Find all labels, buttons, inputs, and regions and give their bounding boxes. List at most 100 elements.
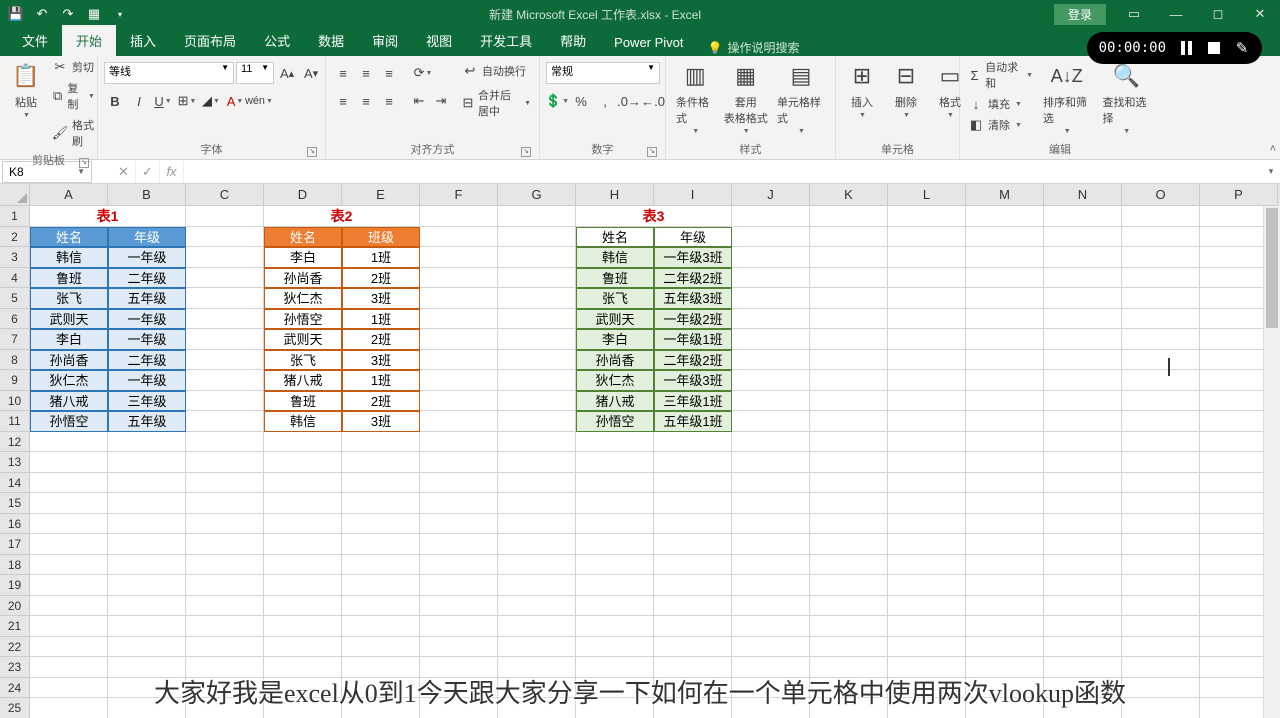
cell[interactable] (186, 473, 264, 494)
cell[interactable] (1044, 391, 1122, 412)
cell[interactable] (1122, 391, 1200, 412)
cell[interactable] (264, 575, 342, 596)
cell[interactable] (420, 411, 498, 432)
cell[interactable] (810, 247, 888, 268)
underline-icon[interactable]: U▼ (152, 90, 174, 112)
cell[interactable] (1044, 493, 1122, 514)
increase-decimal-icon[interactable]: .0→ (618, 90, 640, 112)
cell[interactable] (108, 596, 186, 617)
cell[interactable] (888, 637, 966, 658)
undo-icon[interactable]: ↶ (34, 6, 50, 22)
cell[interactable]: 韩信 (30, 247, 108, 268)
cell[interactable] (420, 206, 498, 227)
cell[interactable] (888, 534, 966, 555)
cell[interactable]: 3班 (342, 288, 420, 309)
cell[interactable] (420, 637, 498, 658)
cell[interactable] (108, 452, 186, 473)
cell[interactable] (888, 411, 966, 432)
cell[interactable]: 二年级2班 (654, 268, 732, 289)
cell[interactable]: 三年级 (108, 391, 186, 412)
delete-cells-button[interactable]: ⊟删除▼ (886, 58, 926, 121)
cell[interactable] (966, 391, 1044, 412)
row-header[interactable]: 20 (0, 596, 30, 617)
align-middle-icon[interactable]: ≡ (355, 62, 377, 84)
cell[interactable] (654, 616, 732, 637)
cell[interactable] (1122, 493, 1200, 514)
cell[interactable] (732, 247, 810, 268)
number-format-select[interactable]: 常规▼ (546, 62, 660, 84)
save-icon[interactable]: 💾 (8, 6, 24, 22)
row-header[interactable]: 11 (0, 411, 30, 432)
cell[interactable] (186, 555, 264, 576)
cell[interactable] (420, 309, 498, 330)
cell[interactable] (498, 596, 576, 617)
cell[interactable] (186, 616, 264, 637)
cell[interactable] (420, 473, 498, 494)
border-icon[interactable]: ⊞▼ (176, 90, 198, 112)
select-all-corner[interactable] (0, 184, 30, 206)
cell[interactable] (810, 555, 888, 576)
cell[interactable] (186, 452, 264, 473)
cell[interactable]: 猪八戒 (30, 391, 108, 412)
copy-button[interactable]: ⧉复制▼ (50, 79, 97, 113)
bold-icon[interactable]: B (104, 90, 126, 112)
cell[interactable] (1122, 473, 1200, 494)
tab-layout[interactable]: 页面布局 (170, 25, 250, 56)
cell[interactable]: 2班 (342, 391, 420, 412)
cell[interactable]: 二年级2班 (654, 350, 732, 371)
cell[interactable] (888, 370, 966, 391)
column-header[interactable]: P (1200, 184, 1278, 206)
cell[interactable] (654, 432, 732, 453)
cell[interactable] (186, 288, 264, 309)
tab-home[interactable]: 开始 (62, 25, 116, 56)
cell[interactable] (186, 227, 264, 248)
cell[interactable] (966, 370, 1044, 391)
cell[interactable] (732, 637, 810, 658)
cell[interactable]: 李白 (264, 247, 342, 268)
cell[interactable]: 五年级 (108, 411, 186, 432)
format-painter-button[interactable]: 🖌格式刷 (50, 116, 97, 150)
cell[interactable]: 孙悟空 (264, 309, 342, 330)
cell[interactable]: 鲁班 (30, 268, 108, 289)
cell[interactable] (888, 391, 966, 412)
cell[interactable] (888, 473, 966, 494)
cell[interactable] (810, 268, 888, 289)
cell[interactable] (966, 637, 1044, 658)
cell[interactable] (966, 575, 1044, 596)
cell[interactable] (498, 309, 576, 330)
cell[interactable] (30, 493, 108, 514)
cell[interactable] (732, 534, 810, 555)
cell[interactable]: 韩信 (264, 411, 342, 432)
cell[interactable] (264, 473, 342, 494)
cell[interactable] (108, 555, 186, 576)
cell[interactable] (498, 473, 576, 494)
cell[interactable] (186, 432, 264, 453)
cell[interactable] (1122, 247, 1200, 268)
cell[interactable] (888, 596, 966, 617)
cell[interactable] (810, 493, 888, 514)
cell[interactable] (654, 555, 732, 576)
align-center-icon[interactable]: ≡ (355, 90, 377, 112)
cell[interactable] (732, 616, 810, 637)
font-color-icon[interactable]: A▼ (224, 90, 246, 112)
column-header[interactable]: M (966, 184, 1044, 206)
recorder-stop-button[interactable] (1206, 40, 1222, 56)
row-header[interactable]: 1 (0, 206, 30, 227)
cell[interactable] (498, 288, 576, 309)
cell[interactable]: 1班 (342, 247, 420, 268)
cell[interactable] (108, 575, 186, 596)
cell[interactable] (732, 391, 810, 412)
cell[interactable] (888, 350, 966, 371)
cell-styles-button[interactable]: ▤单元格样式▼ (773, 58, 829, 137)
cell[interactable] (810, 473, 888, 494)
cell[interactable]: 一年级 (108, 309, 186, 330)
align-left-icon[interactable]: ≡ (332, 90, 354, 112)
row-header[interactable]: 18 (0, 555, 30, 576)
cell[interactable]: 孙尚香 (576, 350, 654, 371)
increase-font-icon[interactable]: A▴ (276, 62, 298, 84)
row-header[interactable]: 15 (0, 493, 30, 514)
tab-review[interactable]: 审阅 (358, 25, 412, 56)
align-right-icon[interactable]: ≡ (378, 90, 400, 112)
cell[interactable] (342, 616, 420, 637)
cell[interactable] (342, 432, 420, 453)
